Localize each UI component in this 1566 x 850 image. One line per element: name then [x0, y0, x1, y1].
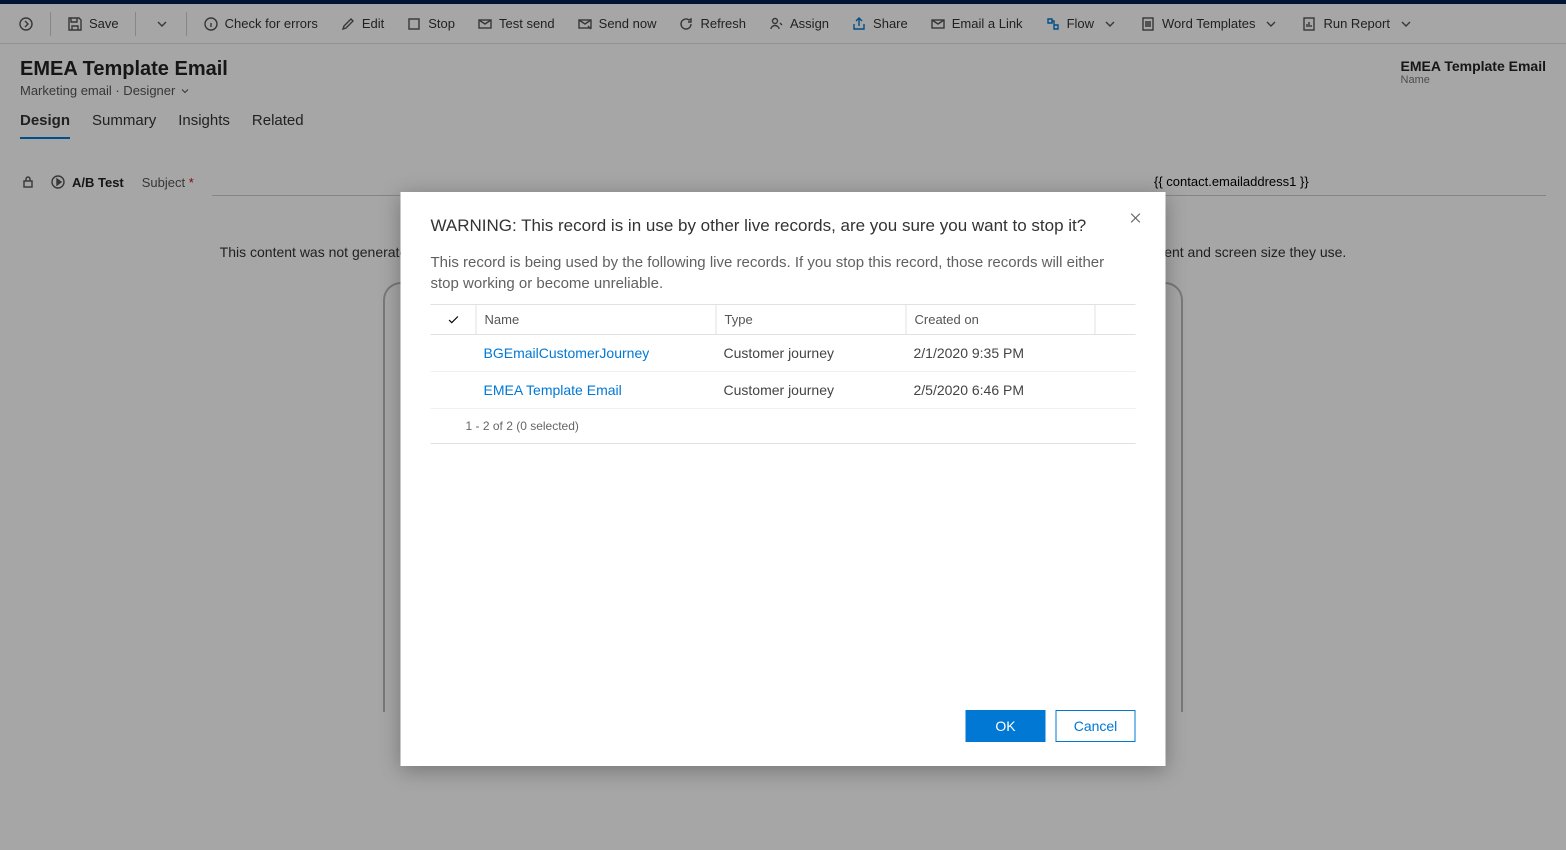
column-created[interactable]: Created on: [906, 305, 1096, 334]
column-name[interactable]: Name: [476, 305, 716, 334]
dependent-records-grid: Name Type Created on BGEmailCustomerJour…: [431, 304, 1136, 409]
grid-status: 1 - 2 of 2 (0 selected): [431, 409, 1136, 444]
table-row[interactable]: BGEmailCustomerJourney Customer journey …: [431, 335, 1136, 372]
column-type[interactable]: Type: [716, 305, 906, 334]
stop-warning-dialog: WARNING: This record is in use by other …: [401, 192, 1166, 766]
ok-button[interactable]: OK: [966, 710, 1046, 742]
dialog-body: This record is being used by the followi…: [431, 252, 1136, 294]
cancel-button[interactable]: Cancel: [1056, 710, 1136, 742]
dialog-close-button[interactable]: [1126, 208, 1146, 228]
record-link[interactable]: BGEmailCustomerJourney: [476, 345, 716, 361]
table-row[interactable]: EMEA Template Email Customer journey 2/5…: [431, 372, 1136, 409]
record-link[interactable]: EMEA Template Email: [476, 382, 716, 398]
select-all-checkbox[interactable]: [431, 305, 476, 334]
dialog-title: WARNING: This record is in use by other …: [431, 216, 1136, 236]
